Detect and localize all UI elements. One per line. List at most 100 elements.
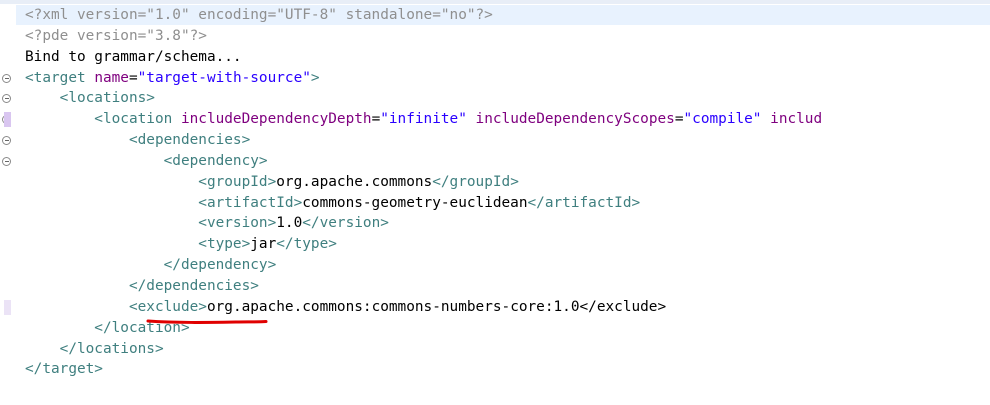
code-line[interactable]: <exclude>org.apache.commons:commons-numb… [0,297,990,318]
gutter-cell [0,5,16,26]
code-token: "target-with-source" [137,69,311,86]
code-token: org.apache.commons:commons-numbers-core:… [206,298,667,315]
gutter-cell [0,234,16,255]
gutter-cell [0,172,16,193]
code-token: <version> [25,215,277,232]
code-text: <dependency> [25,151,268,172]
code-token: commons-geometry-euclidean [302,194,528,211]
code-token: </dependencies> [25,277,259,294]
code-line[interactable]: <dependency> [0,151,990,172]
gutter-cell [0,255,16,276]
gutter-cell [0,359,16,380]
code-line[interactable]: <?xml version="1.0" encoding="UTF-8" sta… [0,5,990,26]
code-token: </locations> [25,340,164,357]
code-line[interactable]: </locations> [0,339,990,360]
code-token: "compile" [683,111,762,128]
code-text: <exclude>org.apache.commons:commons-numb… [25,297,666,318]
code-token: Bind to grammar/schema... [25,48,242,65]
gutter-cell [0,47,16,68]
code-text: </dependency> [25,255,277,276]
code-token: <type> [25,236,251,253]
code-token: </type> [276,236,337,253]
code-token: jar [250,236,277,253]
red-underline-annotation [146,319,268,324]
code-token: </groupId> [432,173,519,190]
code-line[interactable]: <?pde version="3.8"?> [0,26,990,47]
code-token: </dependency> [25,257,277,274]
fold-collapse-icon[interactable] [2,156,11,166]
code-line[interactable]: </target> [0,359,990,380]
code-token: = [674,111,684,128]
code-line[interactable]: <version>1.0</version> [0,213,990,234]
gutter-cell [0,339,16,360]
code-line[interactable]: <dependencies> [0,130,990,151]
gutter-cell [0,68,16,89]
gutter-cell [0,151,16,172]
code-line[interactable]: <location includeDependencyDepth="infini… [0,109,990,130]
code-token: </target> [25,361,103,378]
code-text: <location includeDependencyDepth="infini… [25,109,822,130]
code-token: includ [770,111,823,128]
gutter-cell [0,193,16,214]
code-token: name [94,69,129,86]
code-token: <locations> [25,90,155,107]
gutter-cell [0,109,16,130]
code-token: </artifactId> [527,194,641,211]
code-line[interactable]: <type>jar</type> [0,234,990,255]
code-token: org.apache.commons [276,173,433,190]
code-text: <target name="target-with-source"> [25,68,320,89]
code-token: includeDependencyScopes [475,111,675,128]
code-token: </version> [302,215,389,232]
code-line[interactable]: </dependency> [0,255,990,276]
code-text: <type>jar</type> [25,234,337,255]
code-text: <locations> [25,88,155,109]
change-marker-icon [4,112,11,128]
code-line[interactable]: <groupId>org.apache.commons</groupId> [0,172,990,193]
gutter-cell [0,213,16,234]
code-text: <version>1.0</version> [25,213,389,234]
code-text: </locations> [25,339,164,360]
code-token: > [310,69,320,86]
code-token: <dependency> [25,152,268,169]
code-token: <location [25,111,181,128]
code-text: <artifactId>commons-geometry-euclidean</… [25,193,640,214]
code-text: <?pde version="3.8"?> [25,26,207,47]
code-token: <target [25,69,95,86]
code-token: <?pde version="3.8"?> [25,27,207,44]
code-text: </dependencies> [25,276,259,297]
code-token: "infinite" [380,111,467,128]
code-line[interactable]: <target name="target-with-source"> [0,68,990,89]
fold-collapse-icon[interactable] [2,136,11,146]
code-token: <artifactId> [25,194,303,211]
code-token: = [371,111,381,128]
gutter-cell [0,88,16,109]
code-token: <groupId> [25,173,277,190]
code-line[interactable]: </dependencies> [0,276,990,297]
code-text: <groupId>org.apache.commons</groupId> [25,172,519,193]
code-token: includeDependencyDepth [180,111,372,128]
gutter-cell [0,276,16,297]
code-text: Bind to grammar/schema... [25,47,242,68]
code-token: <exclude> [25,298,207,315]
code-text: </target> [25,359,103,380]
code-token: = [128,69,138,86]
code-line[interactable]: <locations> [0,88,990,109]
gutter-cell [0,130,16,151]
gutter-cell [0,297,16,318]
gutter-cell [0,26,16,47]
xml-editor[interactable]: <?xml version="1.0" encoding="UTF-8" sta… [0,0,990,405]
code-line[interactable]: <artifactId>commons-geometry-euclidean</… [0,193,990,214]
gutter-cell [0,318,16,339]
editor-top-strip [0,0,990,4]
change-marker-icon [4,299,11,315]
code-token: <?xml version="1.0" encoding="UTF-8" sta… [25,7,493,23]
code-text: <?xml version="1.0" encoding="UTF-8" sta… [25,5,493,26]
fold-collapse-icon[interactable] [2,94,11,104]
fold-collapse-icon[interactable] [2,73,11,83]
code-text: <dependencies> [25,130,250,151]
code-line[interactable]: Bind to grammar/schema... [0,47,990,68]
code-token: <dependencies> [25,132,251,149]
code-token: 1.0 [276,215,303,232]
